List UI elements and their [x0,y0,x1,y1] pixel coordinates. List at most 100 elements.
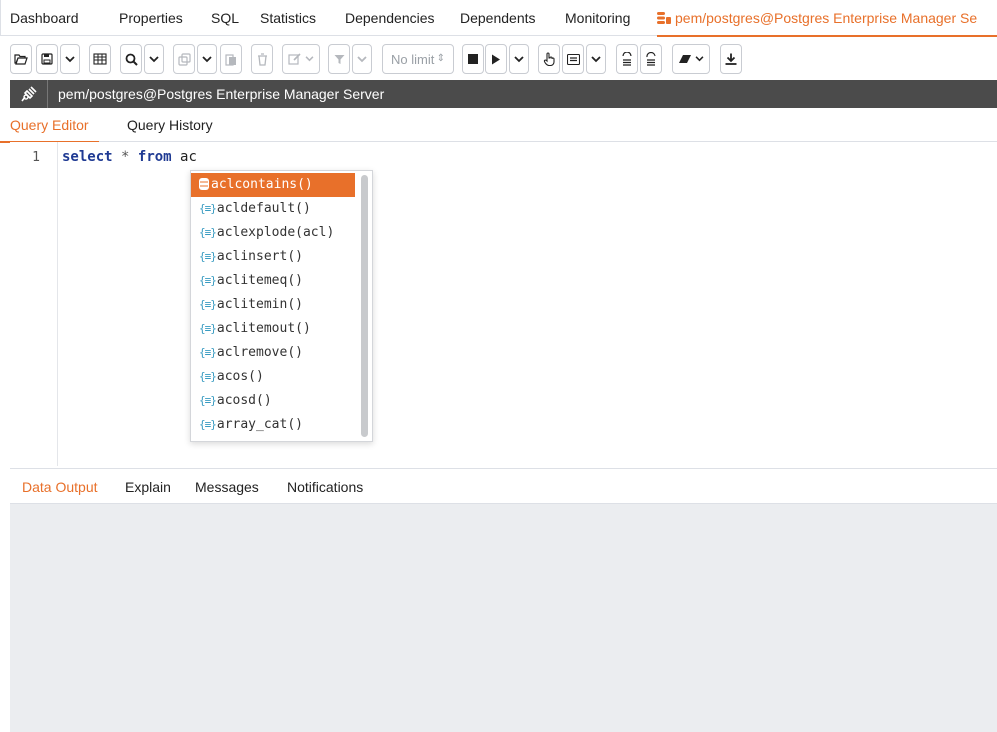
open-file-icon [14,54,28,65]
autocomplete-item[interactable]: {≡}aclinsert() [191,245,355,269]
autocomplete-item-label: aclinsert() [216,249,303,264]
autocomplete-item[interactable]: {≡}aclitemeq() [191,269,355,293]
execute-button[interactable] [485,44,507,74]
clear-dropdown-button[interactable] [672,44,710,74]
function-icon: {≡} [199,274,217,287]
save-button[interactable] [36,44,58,74]
macros-button[interactable] [562,44,584,74]
tab-query-editor[interactable]: Query Editor [0,108,99,143]
view-table-button[interactable] [89,44,111,74]
line-number: 1 [32,150,40,165]
stop-button[interactable] [462,44,484,74]
rollback-icon [646,52,656,66]
autocomplete-item-label: acosd() [216,393,272,408]
tab-data-output[interactable]: Data Output [12,469,107,506]
rollback-button[interactable] [640,44,662,74]
edit-dropdown-button[interactable] [282,44,320,74]
chevron-down-icon [149,55,159,62]
filter-icon [334,54,344,64]
macros-icon [566,53,580,65]
line-number-gutter: 1 [10,142,58,466]
open-file-button[interactable] [10,44,32,74]
function-icon: {≡} [199,346,217,359]
paste-icon [225,53,236,66]
function-icon: {≡} [199,418,217,431]
autocomplete-item-label: aclitemin() [216,297,303,312]
macros-dropdown-button[interactable] [586,44,606,74]
play-icon [492,54,500,64]
autocomplete-item[interactable]: {≡}acldefault() [191,197,355,221]
trash-icon [257,52,267,66]
download-button[interactable] [720,44,742,74]
chevron-down-icon [591,55,601,62]
commit-icon [622,52,632,66]
autocomplete-item[interactable]: {≡}aclremove() [191,341,355,365]
tab-sql[interactable]: SQL [211,0,239,36]
tab-messages[interactable]: Messages [195,469,259,505]
sql-keyword-select: select [62,149,113,165]
autocomplete-item[interactable]: {≡}array_cat() [191,413,355,437]
limit-select-value: No limit [391,51,435,67]
chevron-down-icon [695,56,704,62]
select-arrows-icon: ⇕ [436,53,445,64]
tab-query-tool[interactable]: pem/postgres@Postgres Enterprise Manager… [657,0,997,37]
autocomplete-item-label: aclcontains() [211,177,313,192]
search-icon [125,53,138,66]
autocomplete-item-label: acos() [216,369,264,384]
function-icon: {≡} [199,202,217,215]
paste-button[interactable] [220,44,242,74]
query-toolbar: No limit ⇕ [10,44,997,74]
tab-statistics[interactable]: Statistics [260,0,316,36]
hand-pointer-icon [543,52,555,66]
autocomplete-scrollbar[interactable] [361,175,368,437]
data-output-panel [10,504,997,732]
explain-button[interactable] [538,44,560,74]
autocomplete-item-label: aclitemout() [216,321,311,336]
autocomplete-item[interactable]: {≡}aclexplode(acl) [191,221,355,245]
code-line[interactable]: select * from ac [62,149,197,165]
find-dropdown-button[interactable] [144,44,164,74]
filter-dropdown-button[interactable] [352,44,372,74]
function-icon: {≡} [199,370,217,383]
autocomplete-item[interactable]: {≡}acosd() [191,389,355,413]
database-icon [199,178,209,190]
chevron-down-icon [357,55,367,62]
tab-properties[interactable]: Properties [119,0,183,36]
connection-plug-icon[interactable] [20,85,38,103]
tab-dashboard[interactable]: Dashboard [10,0,79,36]
database-icon [657,12,671,24]
autocomplete-item-label: array_cat() [216,417,303,432]
commit-button[interactable] [616,44,638,74]
tab-explain[interactable]: Explain [125,469,171,505]
save-dropdown-button[interactable] [60,44,80,74]
autocomplete-item-label: acldefault() [216,201,311,216]
sql-operator-star: * [121,149,130,165]
tab-dependencies[interactable]: Dependencies [345,0,435,36]
delete-button[interactable] [251,44,273,74]
function-icon: {≡} [199,394,217,407]
tab-monitoring[interactable]: Monitoring [565,0,630,36]
autocomplete-item[interactable]: {≡}acos() [191,365,355,389]
find-button[interactable] [120,44,142,74]
table-icon [93,53,107,65]
limit-select[interactable]: No limit ⇕ [382,44,454,74]
autocomplete-item[interactable]: aclcontains() [191,173,355,197]
top-tab-bar: Dashboard Properties SQL Statistics Depe… [0,0,997,37]
copy-button[interactable] [173,44,195,74]
connection-bar: pem/postgres@Postgres Enterprise Manager… [10,80,997,108]
tab-query-history[interactable]: Query History [127,108,213,142]
result-tab-bar: Data Output Explain Messages Notificatio… [10,468,997,506]
execute-dropdown-button[interactable] [509,44,529,74]
autocomplete-item[interactable]: {≡}aclitemin() [191,293,355,317]
chevron-down-icon [305,56,314,62]
autocomplete-item-label: aclexplode(acl) [216,225,335,240]
autocomplete-item-label: aclitemeq() [216,273,303,288]
autocomplete-item[interactable]: {≡}aclitemout() [191,317,355,341]
filter-button[interactable] [328,44,350,74]
sql-editor[interactable]: 1 select * from ac [10,142,997,466]
editor-tab-bar: Query Editor Query History [0,108,997,143]
copy-dropdown-button[interactable] [197,44,217,74]
tab-dependents[interactable]: Dependents [460,0,536,36]
tab-notifications[interactable]: Notifications [287,469,363,505]
copy-icon [177,52,191,66]
